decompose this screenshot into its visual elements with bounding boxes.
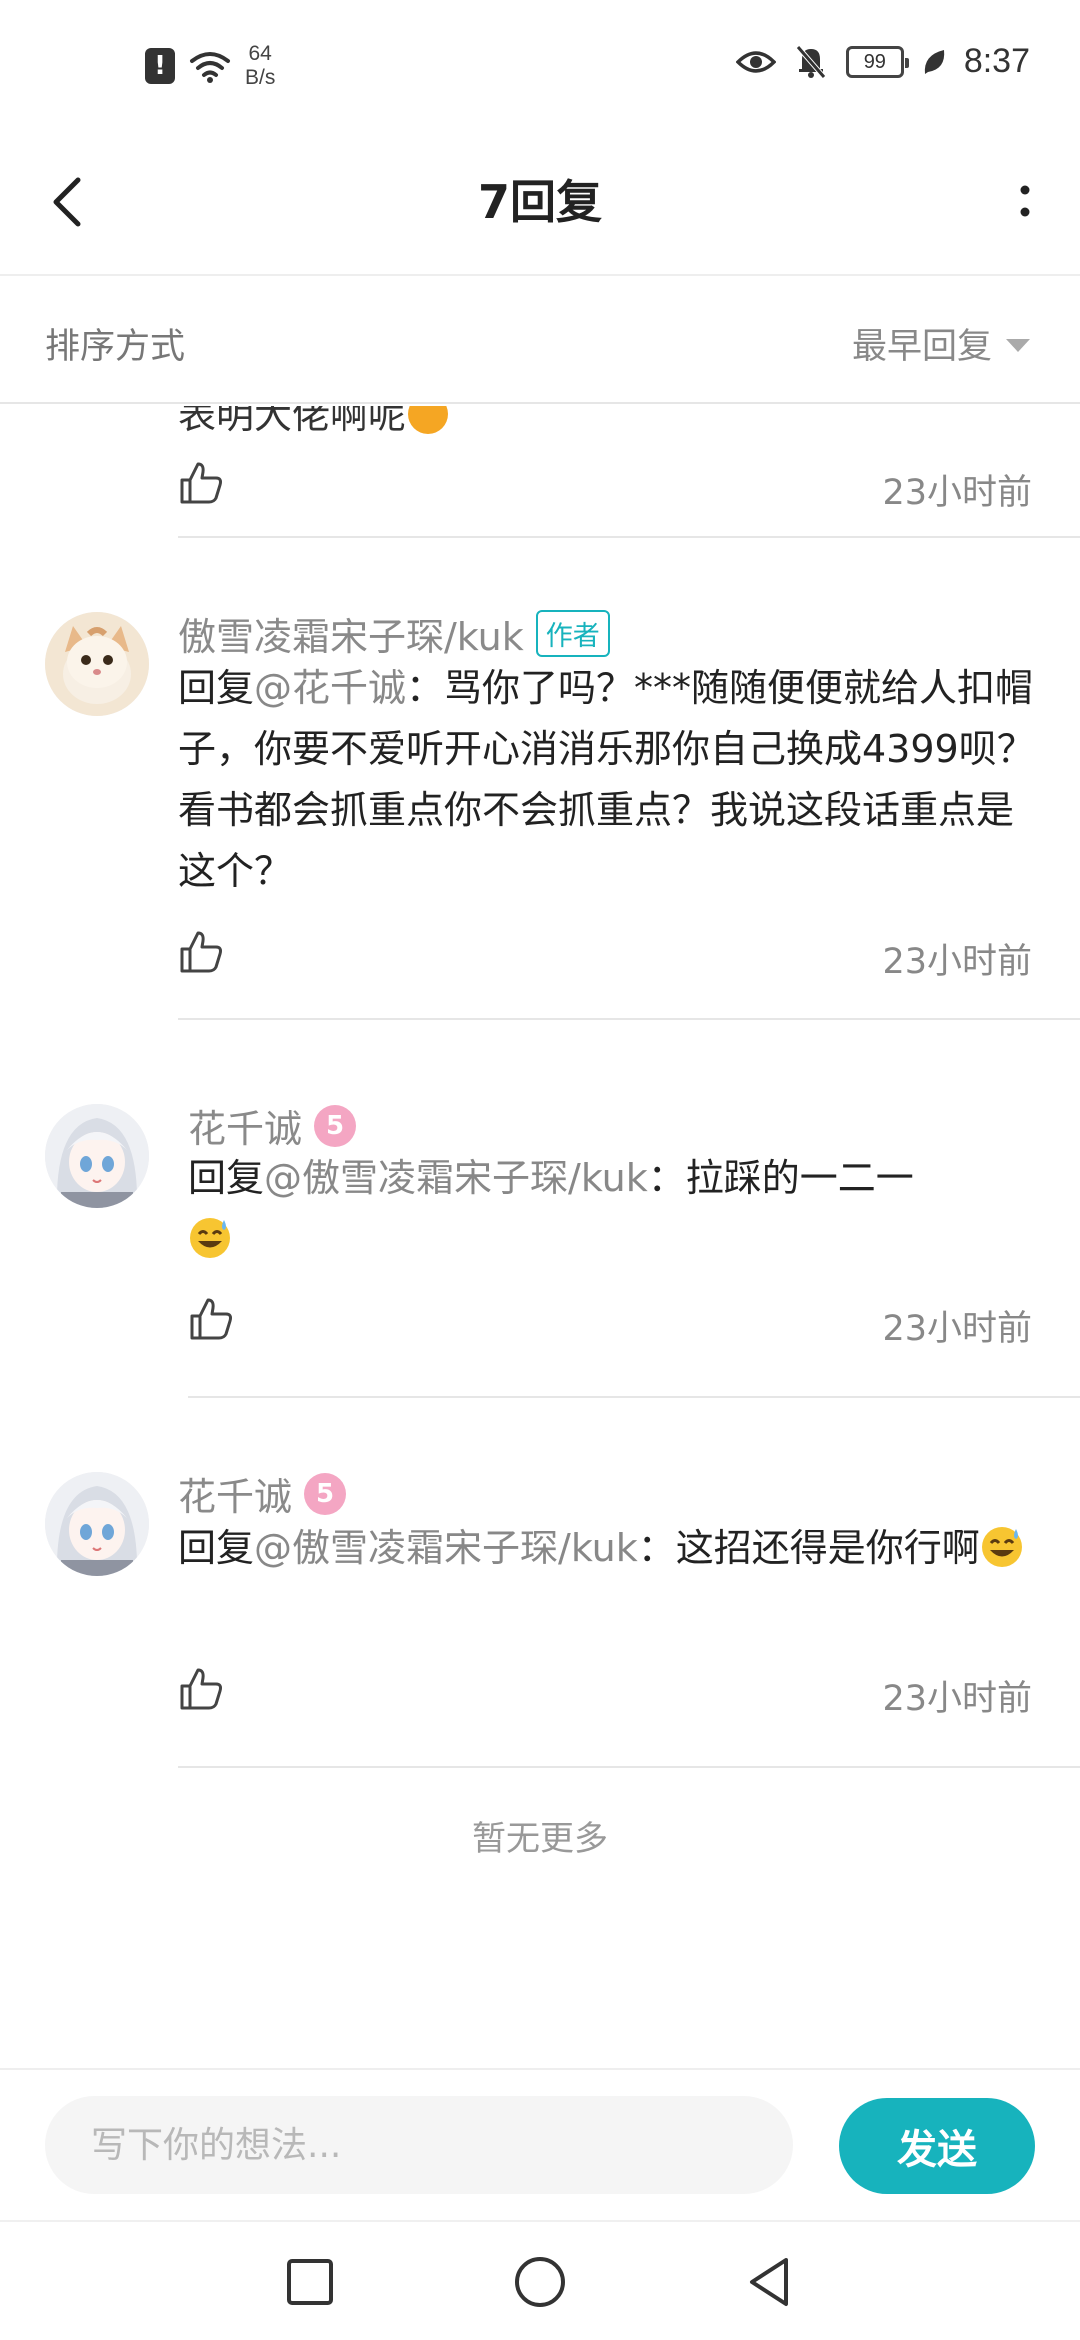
comment-header: 花千诚 5 <box>188 1098 357 1153</box>
thumbs-up-icon[interactable] <box>178 929 224 975</box>
more-options-icon[interactable] <box>1010 170 1040 234</box>
avatar[interactable] <box>45 1104 149 1208</box>
comment-actions: 23小时前 <box>188 1278 1080 1358</box>
mention-link[interactable]: @傲雪凌霜宋子琛/kuk <box>264 1156 648 1200</box>
no-more-label: 暂无更多 <box>472 1819 608 1859</box>
comment-time: 23小时前 <box>882 942 1032 982</box>
sort-selector[interactable]: 最早回复 <box>852 318 1030 369</box>
divider <box>178 1018 1080 1020</box>
thumbs-up-icon[interactable] <box>178 460 224 506</box>
chevron-down-icon <box>1006 339 1030 352</box>
eye-icon <box>735 50 776 73</box>
sort-selected-value: 最早回复 <box>851 327 992 367</box>
anime-avatar-icon <box>45 1472 149 1576</box>
mention-link[interactable]: @花千诚 <box>254 666 406 710</box>
comment-list: 表明大佬啊呢 23小时前 傲雪凌霜宋子琛/kuk 作者 回复@花千诚：骂你了吗？… <box>0 406 1080 2066</box>
comment-actions: 23小时前 <box>178 1648 1080 1728</box>
comment-time: 23小时前 <box>882 473 1032 513</box>
status-bar: ! 64 B/s 99 8:37 <box>0 0 1080 130</box>
divider <box>178 536 1080 538</box>
author-badge: 作者 <box>535 610 610 657</box>
home-icon[interactable] <box>510 2252 570 2312</box>
top-nav-bar: 7回复 <box>0 130 1080 276</box>
divider <box>188 1396 1080 1398</box>
comment-header: 傲雪凌霜宋子琛/kuk 作者 <box>178 606 610 661</box>
wifi-icon <box>190 52 230 83</box>
network-speed-unit: B/s <box>245 66 276 89</box>
send-button[interactable]: 发送 <box>839 2098 1035 2194</box>
mention-link[interactable]: @傲雪凌霜宋子琛/kuk <box>254 1526 638 1570</box>
thumbs-up-icon[interactable] <box>188 1296 234 1342</box>
network-speed-value: 64 <box>248 42 272 65</box>
sweat-smile-emoji-icon <box>190 1218 230 1258</box>
status-left: ! 64 B/s <box>145 42 275 90</box>
comment-text: 回复@傲雪凌霜宋子琛/kuk：拉踩的一二一 <box>188 1148 1048 1270</box>
level-badge: 5 <box>304 1472 347 1515</box>
sort-label: 排序方式 <box>45 327 186 367</box>
comment-actions: 23小时前 <box>178 442 1080 522</box>
divider <box>178 1766 1080 1768</box>
level-badge: 5 <box>314 1104 357 1147</box>
author-name[interactable]: 傲雪凌霜宋子琛/kuk <box>178 606 524 661</box>
sweat-smile-emoji-icon <box>981 1527 1022 1567</box>
partial-comment-text: 表明大佬啊呢 <box>178 406 450 439</box>
author-name[interactable]: 花千诚 <box>178 1466 292 1521</box>
status-right: 99 8:37 <box>735 42 1030 81</box>
bell-muted-icon <box>795 44 826 79</box>
comment-actions: 23小时前 <box>178 911 1080 991</box>
sort-bar: 排序方式 最早回复 <box>0 278 1080 404</box>
battery-indicator: 99 <box>845 45 909 78</box>
reply-input[interactable] <box>45 2096 793 2194</box>
avatar[interactable] <box>45 612 149 716</box>
anime-avatar-icon <box>45 1104 149 1208</box>
comment-text: 回复@花千诚：骂你了吗？***随随便便就给人扣帽子，你要不爱听开心消消乐那你自己… <box>178 666 1035 893</box>
cat-avatar-icon <box>45 612 149 716</box>
avatar[interactable] <box>45 1472 149 1576</box>
comment-time: 23小时前 <box>882 1679 1032 1719</box>
reply-input-bar: 发送 <box>0 2068 1080 2218</box>
alert-icon: ! <box>145 48 175 84</box>
network-speed: 64 B/s <box>245 42 275 90</box>
author-name[interactable]: 花千诚 <box>188 1098 302 1153</box>
comment-header: 花千诚 5 <box>178 1466 347 1521</box>
clock: 8:37 <box>963 42 1030 80</box>
back-triangle-icon[interactable] <box>740 2252 800 2312</box>
emoji-icon <box>408 406 449 434</box>
comment-text: 回复@傲雪凌霜宋子琛/kuk：这招还得是你行啊 <box>178 1518 1038 1579</box>
leaf-icon <box>924 49 945 74</box>
recent-apps-icon[interactable] <box>280 2252 340 2312</box>
comment-time: 23小时前 <box>882 1309 1032 1349</box>
system-nav-bar <box>0 2220 1080 2340</box>
thumbs-up-icon[interactable] <box>178 1666 224 1712</box>
page-title: 7回复 <box>477 175 602 229</box>
